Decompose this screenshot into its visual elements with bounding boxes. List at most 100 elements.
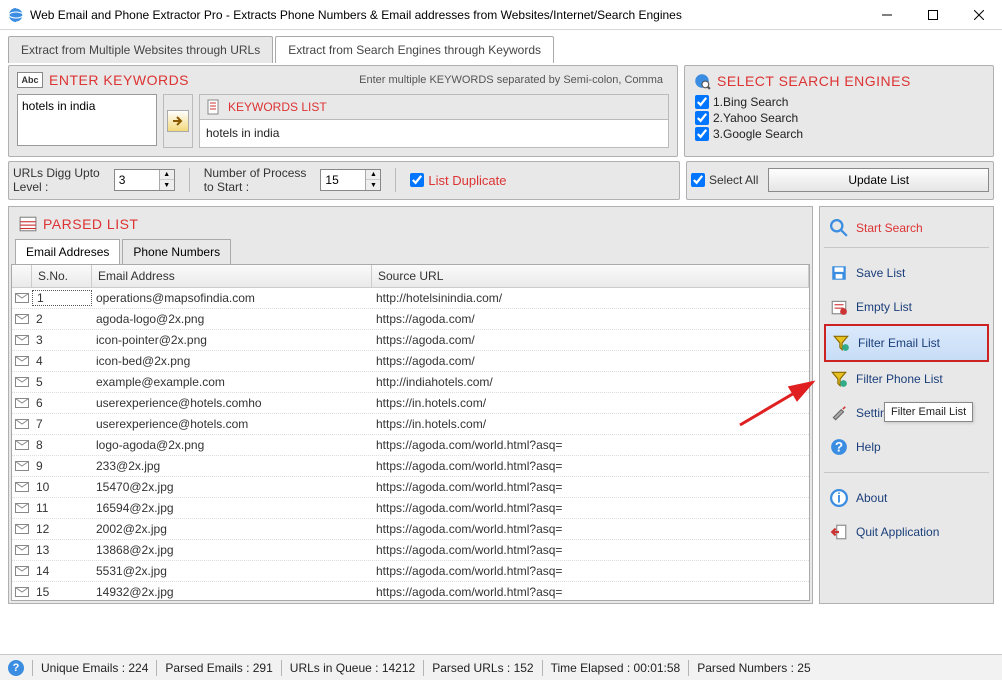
digg-level-spinner[interactable]: ▲▼ [114, 169, 175, 191]
update-panel: Select All Update List [686, 161, 994, 200]
about-button[interactable]: i About [824, 481, 989, 515]
filter-phone-list-button[interactable]: Filter Phone List [824, 362, 989, 396]
cell-email: 16594@2x.jpg [92, 501, 372, 515]
cell-url: https://agoda.com/world.html?asq= [372, 501, 809, 515]
cell-url: http://indiahotels.com/ [372, 375, 809, 389]
keywords-list-item[interactable]: hotels in india [200, 119, 668, 147]
quit-button[interactable]: Quit Application [824, 515, 989, 549]
cell-url: http://hotelsinindia.com/ [372, 291, 809, 305]
tab-email-addresses[interactable]: Email Addreses [15, 239, 120, 264]
envelope-icon [12, 419, 32, 429]
add-keyword-button[interactable] [167, 110, 189, 132]
statusbar: ? Unique Emails : 224 Parsed Emails : 29… [0, 654, 1002, 680]
digg-panel: URLs Digg Upto Level : ▲▼ Number of Proc… [8, 161, 680, 200]
tab-phone-numbers[interactable]: Phone Numbers [122, 239, 231, 264]
status-urls-queue: URLs in Queue : 14212 [290, 661, 415, 675]
tab-extract-keywords[interactable]: Extract from Search Engines through Keyw… [275, 36, 554, 63]
titlebar: Web Email and Phone Extractor Pro - Extr… [0, 0, 1002, 30]
process-count-input[interactable] [321, 170, 365, 190]
table-row[interactable]: 9233@2x.jpghttps://agoda.com/world.html?… [12, 456, 809, 477]
close-button[interactable] [956, 0, 1002, 30]
cell-email: operations@mapsofindia.com [92, 291, 372, 305]
start-search-button[interactable]: Start Search [824, 211, 989, 245]
cell-url: https://agoda.com/world.html?asq= [372, 543, 809, 557]
cell-url: https://agoda.com/world.html?asq= [372, 438, 809, 452]
col-url[interactable]: Source URL [372, 265, 809, 287]
status-time-elapsed: Time Elapsed : 00:01:58 [551, 661, 681, 675]
cell-sno: 10 [32, 480, 92, 494]
cell-email: 5531@2x.jpg [92, 564, 372, 578]
process-count-label: Number of Process to Start : [204, 166, 307, 195]
table-row[interactable]: 1313868@2x.jpghttps://agoda.com/world.ht… [12, 540, 809, 561]
update-list-button[interactable]: Update List [768, 168, 989, 192]
filter-phone-icon [830, 370, 848, 388]
envelope-icon [12, 524, 32, 534]
cell-sno: 3 [32, 333, 92, 347]
table-row[interactable]: 3icon-pointer@2x.pnghttps://agoda.com/ [12, 330, 809, 351]
cell-email: agoda-logo@2x.png [92, 312, 372, 326]
help-button[interactable]: ? Help [824, 430, 989, 464]
digg-level-input[interactable] [115, 170, 159, 190]
cell-email: userexperience@hotels.comho [92, 396, 372, 410]
grid-body[interactable]: 1operations@mapsofindia.comhttp://hotels… [12, 288, 809, 601]
cell-sno: 7 [32, 417, 92, 431]
empty-list-button[interactable]: Empty List [824, 290, 989, 324]
list-duplicate-checkbox[interactable] [410, 173, 424, 187]
tooltip: Filter Email List [884, 402, 973, 422]
enter-keywords-title: ENTER KEYWORDS [49, 72, 189, 88]
add-keyword-box [163, 94, 193, 148]
parsed-icon [19, 215, 37, 233]
cell-url: https://in.hotels.com/ [372, 396, 809, 410]
table-row[interactable]: 145531@2x.jpghttps://agoda.com/world.htm… [12, 561, 809, 582]
search-icon [830, 219, 848, 237]
spin-down[interactable]: ▼ [160, 180, 174, 190]
table-row[interactable]: 5example@example.comhttp://indiahotels.c… [12, 372, 809, 393]
table-row[interactable]: 2agoda-logo@2x.pnghttps://agoda.com/ [12, 309, 809, 330]
maximize-button[interactable] [910, 0, 956, 30]
table-row[interactable]: 6userexperience@hotels.comhohttps://in.h… [12, 393, 809, 414]
spin-up[interactable]: ▲ [366, 170, 380, 180]
status-parsed-numbers: Parsed Numbers : 25 [697, 661, 810, 675]
save-list-button[interactable]: Save List [824, 256, 989, 290]
digg-level-label: URLs Digg Upto Level : [13, 166, 100, 195]
envelope-icon [12, 545, 32, 555]
table-row[interactable]: 8logo-agoda@2x.pnghttps://agoda.com/worl… [12, 435, 809, 456]
cell-sno: 6 [32, 396, 92, 410]
cell-sno: 8 [32, 438, 92, 452]
svg-text:?: ? [835, 439, 843, 454]
table-row[interactable]: 1operations@mapsofindia.comhttp://hotels… [12, 288, 809, 309]
cell-email: 233@2x.jpg [92, 459, 372, 473]
table-row[interactable]: 1015470@2x.jpghttps://agoda.com/world.ht… [12, 477, 809, 498]
search-engine-item[interactable]: 1.Bing Search [695, 94, 983, 110]
engine-checkbox[interactable] [695, 127, 709, 141]
envelope-icon [12, 566, 32, 576]
table-row[interactable]: 7userexperience@hotels.comhttps://in.hot… [12, 414, 809, 435]
table-row[interactable]: 1514932@2x.jpghttps://agoda.com/world.ht… [12, 582, 809, 601]
status-help-icon[interactable]: ? [8, 660, 24, 676]
col-email[interactable]: Email Address [92, 265, 372, 287]
search-engine-item[interactable]: 3.Google Search [695, 126, 983, 142]
engine-checkbox[interactable] [695, 95, 709, 109]
filter-email-list-button[interactable]: Filter Email List [824, 324, 989, 362]
status-parsed-urls: Parsed URLs : 152 [432, 661, 533, 675]
tab-extract-urls[interactable]: Extract from Multiple Websites through U… [8, 36, 273, 63]
quit-icon [830, 523, 848, 541]
table-row[interactable]: 122002@2x.jpghttps://agoda.com/world.htm… [12, 519, 809, 540]
process-count-spinner[interactable]: ▲▼ [320, 169, 381, 191]
minimize-button[interactable] [864, 0, 910, 30]
spin-down[interactable]: ▼ [366, 180, 380, 190]
select-all-checkbox[interactable] [691, 173, 705, 187]
search-engines-title: SELECT SEARCH ENGINES [717, 73, 911, 89]
list-icon [206, 99, 222, 115]
col-sno[interactable]: S.No. [32, 265, 92, 287]
spin-up[interactable]: ▲ [160, 170, 174, 180]
cell-sno: 5 [32, 375, 92, 389]
cell-email: 14932@2x.jpg [92, 585, 372, 599]
envelope-icon [12, 377, 32, 387]
table-row[interactable]: 4icon-bed@2x.pnghttps://agoda.com/ [12, 351, 809, 372]
keywords-input[interactable]: hotels in india [17, 94, 157, 146]
engine-checkbox[interactable] [695, 111, 709, 125]
search-engine-item[interactable]: 2.Yahoo Search [695, 110, 983, 126]
table-row[interactable]: 1116594@2x.jpghttps://agoda.com/world.ht… [12, 498, 809, 519]
cell-email: 15470@2x.jpg [92, 480, 372, 494]
